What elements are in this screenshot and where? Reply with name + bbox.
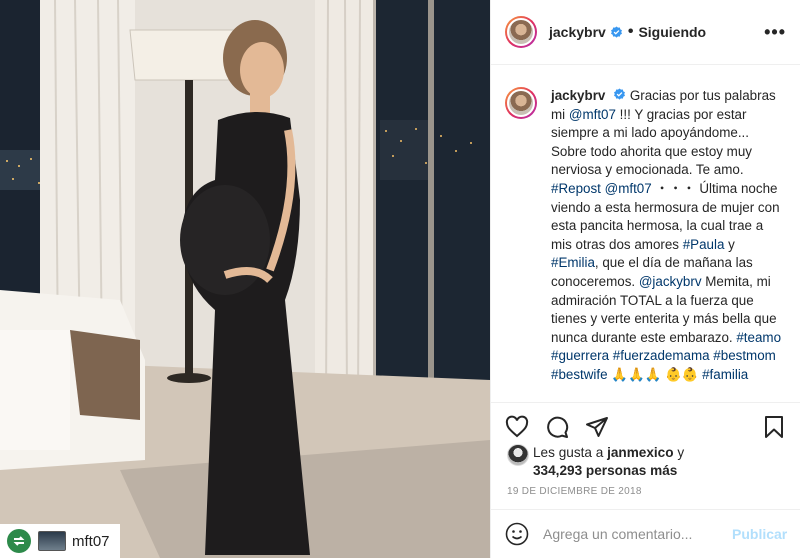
header-separator: • (627, 23, 634, 40)
header-username[interactable]: jackybrv (549, 24, 606, 40)
caption-link[interactable]: #Paula (683, 237, 725, 252)
caption-link[interactable]: #teamo (736, 330, 781, 345)
emoji-icon[interactable] (505, 522, 529, 546)
likes-summary: Les gusta a janmexico y 334,293 personas… (507, 444, 786, 480)
caption-link[interactable]: #guerrera (551, 348, 609, 363)
caption-link[interactable]: @jackybrv (639, 274, 702, 289)
heart-icon[interactable] (505, 415, 529, 439)
likes-text: Les gusta a janmexico y 334,293 personas… (533, 444, 684, 480)
likes-middle: y (673, 445, 685, 460)
comment-input[interactable] (543, 526, 724, 542)
caption-row: jackybrv Gracias por tus palabras mi @mf… (505, 87, 784, 385)
comment-composer: Publicar (491, 509, 800, 558)
caption-link[interactable]: @mft07 (569, 107, 616, 122)
post-photo[interactable]: mft07 (0, 0, 490, 558)
caption-body: Gracias por tus palabras mi @mft07 !!! Y… (551, 88, 781, 382)
repost-avatar (38, 531, 66, 551)
avatar[interactable] (505, 16, 537, 48)
verified-badge-icon (610, 25, 622, 38)
following-button[interactable]: Siguiendo (638, 24, 706, 40)
liker-avatar[interactable] (507, 444, 529, 466)
repost-username: mft07 (72, 532, 110, 550)
caption-text-segment: 🙏🙏🙏 👶👶 (607, 366, 703, 382)
caption-avatar[interactable] (505, 87, 537, 119)
photo-illustration (0, 0, 490, 558)
caption-link[interactable]: #Repost (551, 181, 601, 196)
caption-link[interactable]: @mft07 (605, 181, 652, 196)
verified-badge-icon (614, 88, 626, 100)
repost-icon (7, 529, 31, 553)
repost-badge[interactable]: mft07 (0, 524, 120, 558)
likes-count[interactable]: 334,293 personas más (533, 463, 677, 478)
bookmark-icon[interactable] (762, 415, 786, 439)
caption-link[interactable]: #familia (702, 367, 748, 382)
caption-area: jackybrv Gracias por tus palabras mi @mf… (491, 65, 800, 400)
caption-link[interactable]: #bestwife (551, 367, 608, 382)
caption-link[interactable]: #Emilia (551, 255, 595, 270)
caption-text: jackybrv Gracias por tus palabras mi @mf… (551, 87, 784, 385)
likes-prefix: Les gusta a (533, 445, 608, 460)
caption-link[interactable]: #bestmom (713, 348, 776, 363)
comment-icon[interactable] (545, 415, 569, 439)
more-options-icon[interactable]: ••• (764, 22, 786, 43)
post-sidebar: jackybrv • Siguiendo ••• jackybrv Gracia… (490, 0, 800, 558)
liker-username[interactable]: janmexico (607, 445, 674, 460)
post-header: jackybrv • Siguiendo ••• (491, 0, 800, 65)
publish-button[interactable]: Publicar (732, 526, 787, 542)
post-date[interactable]: 19 de diciembre de 2018 (507, 486, 642, 497)
action-bar (491, 402, 800, 450)
caption-text-segment: y (724, 236, 735, 252)
caption-link[interactable]: #fuerzademama (613, 348, 710, 363)
caption-username[interactable]: jackybrv (551, 88, 605, 103)
share-icon[interactable] (585, 415, 609, 439)
